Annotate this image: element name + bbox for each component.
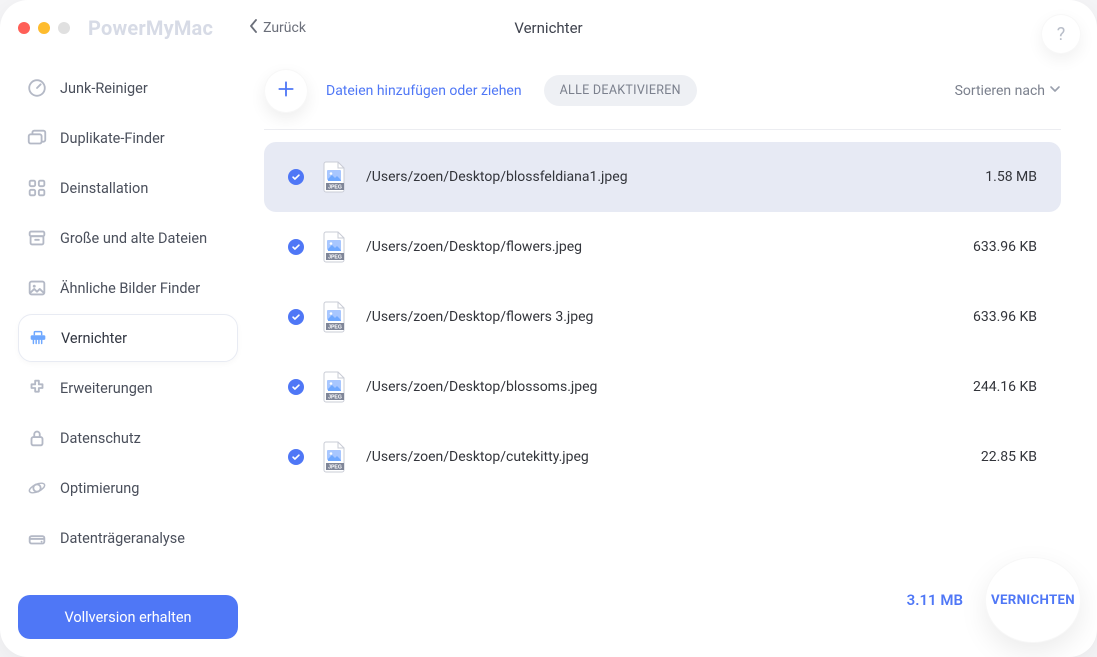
sidebar-item-vernichter[interactable]: Vernichter xyxy=(18,314,238,362)
svg-text:JPEG: JPEG xyxy=(328,325,342,331)
file-checkbox[interactable] xyxy=(288,449,304,465)
footer: 3.11 MB VERNICHTEN xyxy=(907,557,1081,643)
extension-icon xyxy=(26,377,48,399)
full-version-button[interactable]: Vollversion erhalten xyxy=(18,595,238,639)
plus-icon xyxy=(276,79,296,103)
main-content: Dateien hinzufügen oder ziehen ALLE DEAK… xyxy=(238,56,1097,657)
app-window: PowerMyMac Zurück Vernichter ? Junk-Rein… xyxy=(0,0,1097,657)
file-row[interactable]: JPEG /Users/zoen/Desktop/cutekitty.jpeg … xyxy=(264,422,1061,492)
file-checkbox[interactable] xyxy=(288,379,304,395)
file-row[interactable]: JPEG /Users/zoen/Desktop/flowers.jpeg 63… xyxy=(264,212,1061,282)
folders-icon xyxy=(26,127,48,149)
file-row[interactable]: JPEG /Users/zoen/Desktop/blossfeldiana1.… xyxy=(264,142,1061,212)
shred-action-label: VERNICHTEN xyxy=(991,593,1075,608)
file-row[interactable]: JPEG /Users/zoen/Desktop/blossoms.jpeg 2… xyxy=(264,352,1061,422)
image-icon xyxy=(26,277,48,299)
chevron-left-icon xyxy=(249,19,259,37)
file-path: /Users/zoen/Desktop/flowers 3.jpeg xyxy=(366,309,929,325)
file-size: 633.96 KB xyxy=(947,239,1037,255)
sidebar-item-label: Erweiterungen xyxy=(60,380,153,397)
file-path: /Users/zoen/Desktop/blossfeldiana1.jpeg xyxy=(366,169,929,185)
total-size: 3.11 MB xyxy=(907,591,963,609)
svg-text:JPEG: JPEG xyxy=(328,185,342,191)
sort-dropdown[interactable]: Sortieren nach xyxy=(955,83,1061,99)
svg-text:JPEG: JPEG xyxy=(328,395,342,401)
file-size: 244.16 KB xyxy=(947,379,1037,395)
sidebar-item-junk-reiniger[interactable]: Junk-Reiniger xyxy=(18,64,238,112)
file-size: 633.96 KB xyxy=(947,309,1037,325)
jpeg-file-icon: JPEG xyxy=(322,441,348,473)
body: Junk-Reiniger Duplikate-Finder Deinstall… xyxy=(0,56,1097,657)
sidebar-item--hnliche-bilder-finder[interactable]: Ähnliche Bilder Finder xyxy=(18,264,238,312)
sidebar-item-duplikate-finder[interactable]: Duplikate-Finder xyxy=(18,114,238,162)
sidebar-item-label: Datenträgeranalyse xyxy=(60,530,185,547)
file-checkbox[interactable] xyxy=(288,169,304,185)
orbit-icon xyxy=(26,477,48,499)
sidebar-item-label: Ähnliche Bilder Finder xyxy=(60,280,200,297)
file-path: /Users/zoen/Desktop/blossoms.jpeg xyxy=(366,379,929,395)
file-path: /Users/zoen/Desktop/cutekitty.jpeg xyxy=(366,449,929,465)
grid-icon xyxy=(26,177,48,199)
add-files-button[interactable] xyxy=(264,69,308,113)
add-files-label[interactable]: Dateien hinzufügen oder ziehen xyxy=(326,83,522,99)
svg-text:JPEG: JPEG xyxy=(328,465,342,471)
close-window-button[interactable] xyxy=(18,22,30,34)
sidebar-item-deinstallation[interactable]: Deinstallation xyxy=(18,164,238,212)
titlebar: PowerMyMac Zurück Vernichter ? xyxy=(0,0,1097,56)
jpeg-file-icon: JPEG xyxy=(322,231,348,263)
sidebar-item-optimierung[interactable]: Optimierung xyxy=(18,464,238,512)
sidebar-item-label: Optimierung xyxy=(60,480,139,497)
sidebar-item-datenschutz[interactable]: Datenschutz xyxy=(18,414,238,462)
lock-icon xyxy=(26,427,48,449)
file-size: 22.85 KB xyxy=(947,449,1037,465)
toggle-all-button[interactable]: ALLE DEAKTIVIEREN xyxy=(544,75,697,106)
file-row[interactable]: JPEG /Users/zoen/Desktop/flowers 3.jpeg … xyxy=(264,282,1061,352)
jpeg-file-icon: JPEG xyxy=(322,161,348,193)
sidebar-item-label: Vernichter xyxy=(61,330,127,347)
sort-label: Sortieren nach xyxy=(955,83,1045,99)
page-title: Vernichter xyxy=(514,19,582,37)
sidebar-list: Junk-Reiniger Duplikate-Finder Deinstall… xyxy=(18,64,238,583)
disk-icon xyxy=(26,527,48,549)
app-title: PowerMyMac xyxy=(88,16,213,40)
back-button[interactable]: Zurück xyxy=(249,19,306,37)
sidebar-item-label: Deinstallation xyxy=(60,180,148,197)
zoom-window-button[interactable] xyxy=(58,22,70,34)
help-button[interactable]: ? xyxy=(1041,14,1081,54)
help-icon: ? xyxy=(1057,24,1066,45)
jpeg-file-icon: JPEG xyxy=(322,301,348,333)
file-checkbox[interactable] xyxy=(288,239,304,255)
sidebar-item-label: Große und alte Dateien xyxy=(60,230,207,247)
file-path: /Users/zoen/Desktop/flowers.jpeg xyxy=(366,239,929,255)
sidebar-item-label: Duplikate-Finder xyxy=(60,130,165,147)
shred-action-button[interactable]: VERNICHTEN xyxy=(985,557,1081,643)
shredder-icon xyxy=(27,327,49,349)
gauge-icon xyxy=(26,77,48,99)
file-checkbox[interactable] xyxy=(288,309,304,325)
sidebar-item-label: Datenschutz xyxy=(60,430,141,447)
back-label: Zurück xyxy=(263,20,306,36)
sidebar: Junk-Reiniger Duplikate-Finder Deinstall… xyxy=(0,56,238,657)
file-list: JPEG /Users/zoen/Desktop/blossfeldiana1.… xyxy=(264,142,1061,492)
sidebar-item-datentr-geranalyse[interactable]: Datenträgeranalyse xyxy=(18,514,238,562)
archive-icon xyxy=(26,227,48,249)
minimize-window-button[interactable] xyxy=(38,22,50,34)
window-controls xyxy=(18,22,70,34)
full-version-label: Vollversion erhalten xyxy=(64,609,191,626)
file-size: 1.58 MB xyxy=(947,169,1037,185)
sidebar-item-erweiterungen[interactable]: Erweiterungen xyxy=(18,364,238,412)
svg-text:JPEG: JPEG xyxy=(328,255,342,261)
sidebar-item-gro-e-und-alte-dateien[interactable]: Große und alte Dateien xyxy=(18,214,238,262)
toolbar: Dateien hinzufügen oder ziehen ALLE DEAK… xyxy=(264,64,1061,130)
jpeg-file-icon: JPEG xyxy=(322,371,348,403)
chevron-down-icon xyxy=(1049,83,1061,99)
sidebar-item-label: Junk-Reiniger xyxy=(60,80,148,97)
